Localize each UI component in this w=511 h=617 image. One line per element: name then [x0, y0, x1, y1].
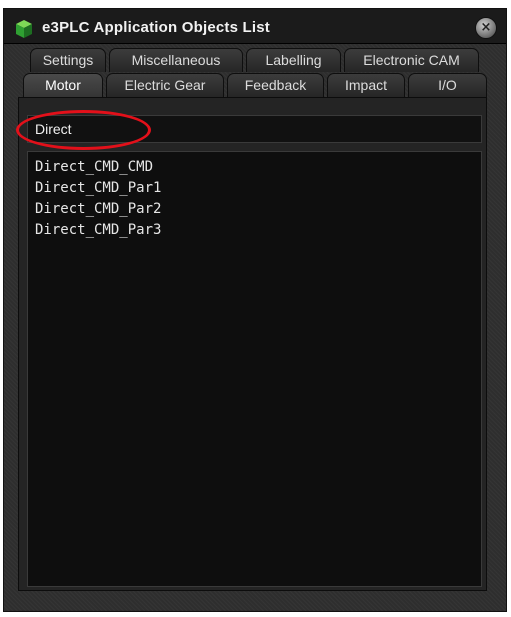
list-item[interactable]: Direct_CMD_CMD — [35, 157, 474, 178]
results-list[interactable]: Direct_CMD_CMD Direct_CMD_Par1 Direct_CM… — [27, 151, 482, 587]
list-item[interactable]: Direct_CMD_Par2 — [35, 199, 474, 220]
tab-settings[interactable]: Settings — [30, 48, 106, 72]
green-cube-icon — [16, 20, 32, 38]
title-bar[interactable]: e3PLC Application Objects List × — [4, 9, 506, 44]
tab-electric-gear[interactable]: Electric Gear — [106, 73, 224, 97]
tab-row-back: Settings Miscellaneous Labelling Electro… — [30, 48, 479, 72]
close-icon[interactable]: × — [475, 17, 497, 39]
tab-electronic-cam[interactable]: Electronic CAM — [344, 48, 479, 72]
search-input[interactable] — [27, 115, 482, 143]
tab-io[interactable]: I/O — [408, 73, 487, 97]
tab-impact[interactable]: Impact — [327, 73, 405, 97]
tab-row-front: Motor Electric Gear Feedback Impact I/O — [23, 73, 487, 97]
window-title: e3PLC Application Objects List — [42, 19, 270, 36]
list-item[interactable]: Direct_CMD_Par3 — [35, 220, 474, 241]
tab-feedback[interactable]: Feedback — [227, 73, 324, 97]
tab-motor[interactable]: Motor — [23, 73, 103, 97]
tab-miscellaneous[interactable]: Miscellaneous — [109, 48, 243, 72]
list-item[interactable]: Direct_CMD_Par1 — [35, 178, 474, 199]
tab-labelling[interactable]: Labelling — [246, 48, 341, 72]
